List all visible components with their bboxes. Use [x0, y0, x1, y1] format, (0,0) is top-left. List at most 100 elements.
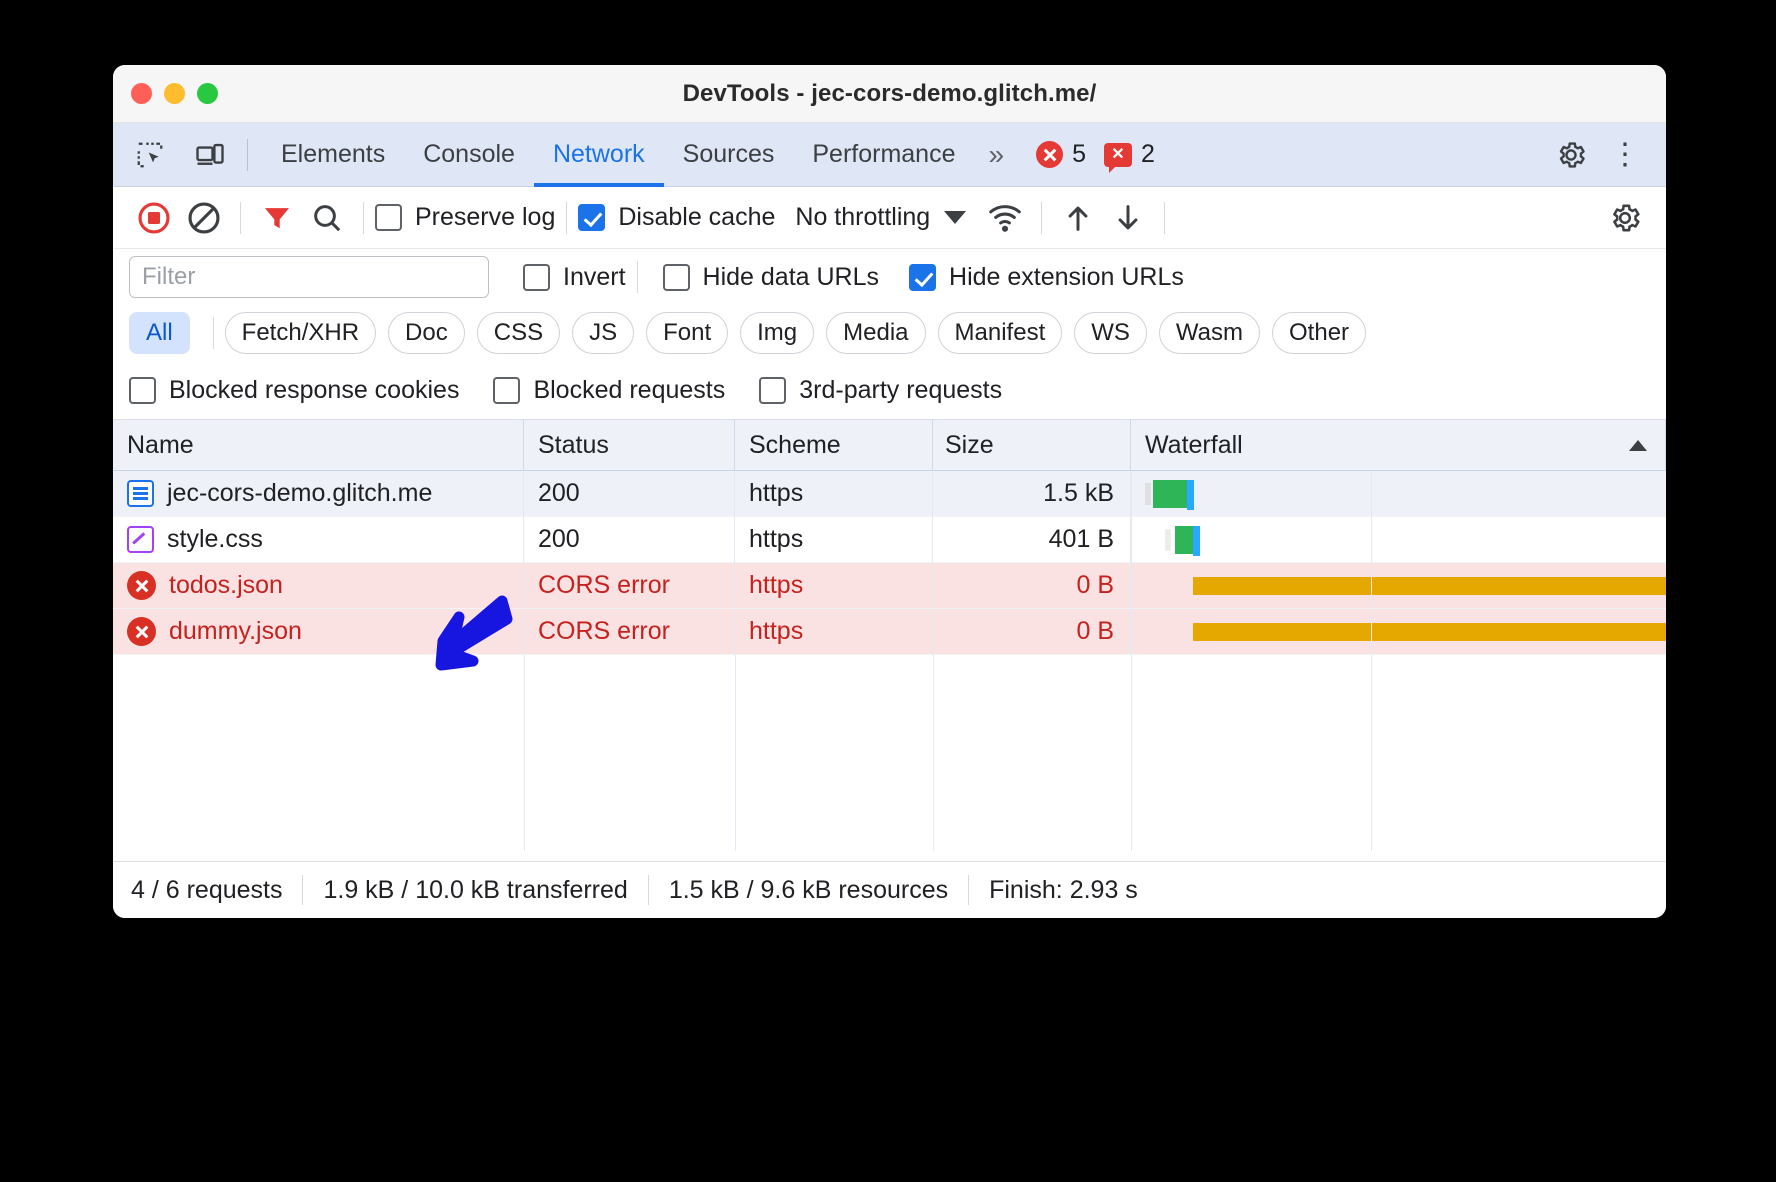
toolbar-divider-3 [566, 201, 568, 234]
request-name: style.css [167, 525, 263, 553]
third-party-requests-checkbox[interactable]: 3rd-party requests [759, 376, 1002, 405]
column-header-name[interactable]: Name [113, 419, 524, 471]
chip-all[interactable]: All [129, 312, 190, 354]
filter-funnel-icon[interactable] [252, 193, 302, 243]
message-x-glyph: ✕ [1111, 145, 1125, 163]
blocked-response-cookies-checkbox-box [129, 376, 156, 404]
toolbar-divider-4 [1041, 201, 1043, 234]
warning-count-badge[interactable]: ✕ 2 [1100, 140, 1159, 173]
chip-media[interactable]: Media [826, 312, 926, 354]
cell-size: 1.5 kB [933, 470, 1131, 517]
summary-divider-2 [647, 875, 649, 905]
cell-status: CORS error [524, 608, 735, 655]
chip-wasm[interactable]: Wasm [1158, 312, 1261, 354]
chip-font[interactable]: Font [646, 312, 729, 354]
network-settings-gear-icon[interactable] [1600, 193, 1650, 243]
tab-sources[interactable]: Sources [664, 123, 794, 187]
chip-ws[interactable]: WS [1074, 312, 1147, 354]
preserve-log-checkbox-box [375, 204, 402, 231]
chip-css[interactable]: CSS [476, 312, 561, 354]
preserve-log-checkbox[interactable]: Preserve log [375, 203, 555, 232]
cell-size: 401 B [933, 516, 1131, 563]
blocked-response-cookies-label: Blocked response cookies [169, 375, 460, 404]
requests-table: Name Status Scheme Size Waterfall jec-co… [113, 419, 1666, 851]
error-circle-icon [1036, 141, 1064, 168]
title-bar: DevTools - jec-cors-demo.glitch.me/ [113, 65, 1666, 123]
inspect-element-icon[interactable] [127, 132, 173, 178]
gear-icon[interactable] [1548, 132, 1594, 178]
error-count-value: 5 [1072, 140, 1086, 168]
blocked-response-cookies-checkbox[interactable]: Blocked response cookies [129, 376, 459, 405]
waterfall-orange-bar [1193, 576, 1666, 595]
table-header-row: Name Status Scheme Size Waterfall [113, 419, 1666, 471]
chip-manifest[interactable]: Manifest [937, 312, 1063, 354]
invert-checkbox-box [523, 263, 550, 291]
tab-network[interactable]: Network [533, 123, 664, 187]
table-row[interactable]: dummy.json CORS error https 0 B [113, 608, 1666, 655]
warning-count-value: 2 [1140, 140, 1155, 168]
devtools-window: DevTools - jec-cors-demo.glitch.me/ Elem… [113, 65, 1666, 918]
toolbar-divider-1 [240, 201, 241, 234]
disable-cache-checkbox[interactable]: Disable cache [578, 203, 775, 232]
import-har-icon[interactable] [1053, 193, 1103, 243]
column-header-size[interactable]: Size [933, 419, 1131, 471]
table-empty-area [113, 655, 1666, 851]
table-row[interactable]: jec-cors-demo.glitch.me 200 https 1.5 kB [113, 470, 1666, 517]
column-header-status[interactable]: Status [524, 419, 735, 471]
table-row[interactable]: style.css 200 https 401 B [113, 516, 1666, 563]
column-header-waterfall-label: Waterfall [1145, 430, 1243, 459]
tab-console[interactable]: Console [404, 123, 534, 187]
hide-extension-urls-label: Hide extension URLs [949, 262, 1184, 291]
blocked-requests-checkbox-box [493, 376, 521, 404]
tab-performance[interactable]: Performance [793, 123, 974, 187]
search-icon[interactable] [302, 193, 352, 243]
cell-scheme: https [735, 470, 933, 517]
clear-icon[interactable] [179, 193, 229, 243]
chip-img[interactable]: Img [740, 312, 815, 354]
table-row[interactable]: todos.json CORS error https 0 B [113, 562, 1666, 609]
network-summary-bar: 4 / 6 requests 1.9 kB / 10.0 kB transfer… [113, 861, 1666, 918]
stylesheet-file-icon [127, 526, 154, 553]
third-party-requests-checkbox-box [759, 376, 787, 404]
invert-checkbox[interactable]: Invert [523, 263, 626, 292]
tab-elements[interactable]: Elements [262, 123, 404, 187]
throttling-dropdown[interactable]: No throttling [795, 203, 967, 232]
error-circle-icon [127, 571, 156, 600]
blocked-requests-checkbox[interactable]: Blocked requests [493, 376, 725, 405]
chip-other[interactable]: Other [1272, 312, 1367, 354]
chip-fetch-xhr[interactable]: Fetch/XHR [224, 312, 377, 354]
summary-transferred: 1.9 kB / 10.0 kB transferred [323, 875, 628, 904]
cell-size: 0 B [933, 608, 1131, 655]
summary-finish: Finish: 2.93 s [989, 875, 1138, 904]
device-toolbar-icon[interactable] [187, 132, 233, 178]
throttling-value: No throttling [795, 203, 931, 231]
column-header-size-label: Size [945, 430, 994, 459]
error-count-badge[interactable]: 5 [1032, 140, 1090, 169]
cell-name: style.css [113, 516, 524, 563]
screenshot-root: DevTools - jec-cors-demo.glitch.me/ Elem… [0, 0, 1776, 1182]
waterfall-queue-stub [1145, 482, 1151, 505]
blocked-requests-label: Blocked requests [533, 375, 726, 404]
filter-input[interactable] [129, 256, 489, 298]
cell-status: 200 [524, 470, 735, 517]
column-header-scheme[interactable]: Scheme [735, 419, 933, 471]
kebab-menu-icon[interactable]: ⋮ [1600, 137, 1650, 172]
export-har-icon[interactable] [1103, 193, 1153, 243]
hide-extension-urls-checkbox[interactable]: Hide extension URLs [909, 263, 1184, 292]
cell-waterfall [1131, 562, 1666, 609]
hide-data-urls-checkbox[interactable]: Hide data URLs [662, 262, 880, 292]
column-header-waterfall[interactable]: Waterfall [1131, 419, 1666, 471]
summary-divider-1 [302, 875, 304, 905]
issue-badges: 5 ✕ 2 [1032, 140, 1159, 173]
chip-js[interactable]: JS [572, 312, 635, 354]
more-tabs-icon[interactable]: » [974, 123, 1018, 187]
record-stop-icon[interactable] [129, 193, 179, 243]
chip-doc[interactable]: Doc [388, 312, 465, 354]
toolbar-divider-2 [363, 201, 364, 234]
hide-data-urls-label: Hide data URLs [702, 262, 880, 291]
cell-name: todos.json [113, 562, 524, 609]
request-name: jec-cors-demo.glitch.me [167, 479, 433, 507]
request-name: todos.json [169, 571, 283, 599]
tab-strip-divider [247, 138, 248, 171]
network-conditions-icon[interactable] [980, 193, 1030, 243]
